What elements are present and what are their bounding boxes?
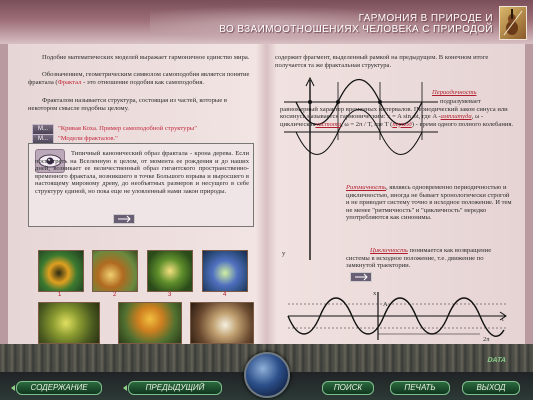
- cyclic-arrow-button[interactable]: [350, 272, 372, 282]
- thumbnail-number-2: 2: [113, 292, 117, 298]
- fractal-models-label[interactable]: "Модели фракталов.": [58, 135, 258, 143]
- axis-2pi-label: 2π: [483, 336, 490, 343]
- violin-icon[interactable]: [499, 6, 527, 40]
- amplitude-link[interactable]: амплитуда: [441, 113, 472, 120]
- axis-y-label: y: [282, 250, 286, 257]
- period-link[interactable]: период: [392, 121, 411, 128]
- koch-media-label[interactable]: "Кривая Коха. Пример самоподобной структ…: [58, 125, 258, 133]
- tree-quote-box: Типичный канонический образ фрактала - к…: [28, 143, 254, 227]
- fractal-thumbnail-4[interactable]: [202, 250, 248, 292]
- axis-a-label: A: [383, 301, 388, 308]
- brand-logo: DATA: [486, 357, 507, 364]
- print-button[interactable]: ПЕЧАТЬ: [390, 381, 450, 395]
- axis-x-label: x: [373, 290, 377, 297]
- left-paragraph-2: Обозначением, геометрическим символом са…: [28, 71, 250, 86]
- frequency-link[interactable]: частота: [315, 121, 341, 128]
- quote-arrow-button[interactable]: [113, 214, 135, 224]
- globe-icon: [244, 352, 290, 398]
- title-line-2: ВО ВЗАИМООТНОШЕНИЯХ ЧЕЛОВЕКА С ПРИРОДОЙ: [219, 24, 493, 35]
- right-intro-text: содержит фрагмент, выделенный рамкой на …: [275, 54, 489, 69]
- thumbnail-number-3: 3: [168, 292, 172, 298]
- cyclic-link[interactable]: Цикличность: [370, 247, 408, 254]
- fractal-thumbnail-5[interactable]: [38, 302, 100, 344]
- fractal-thumbnail-6[interactable]: [118, 302, 182, 344]
- sine-wave-graph: [287, 292, 507, 340]
- thumbnail-number-1: 1: [58, 292, 62, 298]
- fractal-link[interactable]: Фрактал: [58, 79, 82, 86]
- left-arrow-icon[interactable]: [8, 383, 18, 393]
- left-paragraph-3: Фракталом называется структура, состояща…: [28, 97, 228, 112]
- axis-t-label: t: [502, 316, 504, 323]
- fractal-thumbnail-3[interactable]: [147, 250, 193, 292]
- thumbnail-number-4: 4: [223, 292, 227, 298]
- rhythm-link[interactable]: Ритмичность: [346, 184, 386, 191]
- exit-button[interactable]: ВЫХОД: [462, 381, 520, 395]
- fractal-thumbnail-1[interactable]: [38, 250, 84, 292]
- search-button[interactable]: ПОИСК: [322, 381, 374, 395]
- rhythm-text: Ритмичность, являясь одновременно период…: [346, 184, 512, 222]
- title-line-1: ГАРМОНИЯ В ПРИРОДЕ И: [358, 13, 493, 24]
- prev-arrow-icon[interactable]: [120, 383, 130, 393]
- previous-button[interactable]: ПРЕДЫДУЩИЙ: [128, 381, 222, 395]
- fractal-thumbnail-7[interactable]: [190, 302, 254, 344]
- contents-button[interactable]: СОДЕРЖАНИЕ: [16, 381, 102, 395]
- periodicity-link[interactable]: Периодичность: [432, 89, 477, 97]
- periodicity-text: подразумевает равномерный характер време…: [280, 98, 514, 128]
- cyclic-text: Цикличность понимается как возвращение с…: [346, 247, 492, 270]
- tree-quote-text: Типичный канонический образ фрактала - к…: [35, 150, 249, 195]
- left-paragraph-1: Подобие математических моделей выражает …: [42, 54, 250, 61]
- fractal-thumbnail-2[interactable]: [92, 250, 138, 292]
- page-title: ГАРМОНИЯ В ПРИРОДЕ И ВО ВЗАИМООТНОШЕНИЯХ…: [193, 13, 493, 35]
